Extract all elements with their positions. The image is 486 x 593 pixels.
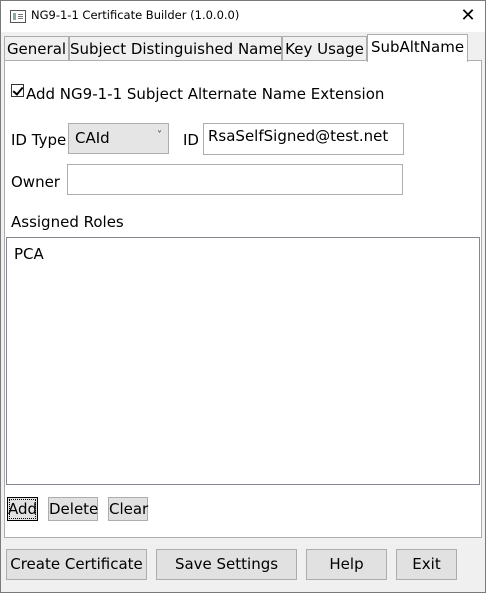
owner-input[interactable] xyxy=(67,164,403,195)
chevron-down-icon: ˅ xyxy=(157,130,162,141)
tab-strip: General Subject Distinguished Name Key U… xyxy=(4,34,484,62)
id-type-value: CAId xyxy=(75,129,110,147)
list-item[interactable]: PCA xyxy=(14,245,44,263)
id-type-label: ID Type xyxy=(11,131,67,149)
help-button[interactable]: Help xyxy=(306,549,387,580)
close-button[interactable]: ✕ xyxy=(455,4,481,28)
window-title: NG9-1-1 Certificate Builder (1.0.0.0) xyxy=(31,8,240,22)
delete-role-button[interactable]: Delete xyxy=(48,497,98,521)
owner-label: Owner xyxy=(11,173,60,191)
clear-roles-label: Clear xyxy=(109,500,149,518)
add-extension-checkbox[interactable] xyxy=(11,84,24,97)
add-role-label: Add xyxy=(8,500,38,518)
save-settings-label: Save Settings xyxy=(174,555,279,573)
add-role-button[interactable]: Add xyxy=(7,497,38,521)
tab-subject-distinguished-name[interactable]: Subject Distinguished Name xyxy=(69,36,282,61)
tab-key-usage[interactable]: Key Usage xyxy=(282,36,367,61)
id-label: ID xyxy=(183,131,199,149)
assigned-roles-list[interactable]: PCA xyxy=(6,237,480,485)
delete-role-label: Delete xyxy=(49,500,99,518)
subaltname-panel: Add NG9-1-1 Subject Alternate Name Exten… xyxy=(4,60,482,538)
save-settings-button[interactable]: Save Settings xyxy=(156,549,297,580)
tab-general[interactable]: General xyxy=(4,36,69,61)
create-certificate-button[interactable]: Create Certificate xyxy=(6,549,147,580)
add-extension-label[interactable]: Add NG9-1-1 Subject Alternate Name Exten… xyxy=(26,85,384,103)
title-bar[interactable]: NG9-1-1 Certificate Builder (1.0.0.0) ✕ xyxy=(1,1,485,32)
tab-subaltname[interactable]: SubAltName xyxy=(367,34,468,62)
id-type-select[interactable]: CAId ˅ xyxy=(68,123,169,154)
app-icon xyxy=(10,10,26,23)
main-window: NG9-1-1 Certificate Builder (1.0.0.0) ✕ … xyxy=(0,0,486,593)
exit-button[interactable]: Exit xyxy=(396,549,457,580)
id-input[interactable]: RsaSelfSigned@test.net xyxy=(203,123,404,155)
help-label: Help xyxy=(329,555,364,573)
assigned-roles-label: Assigned Roles xyxy=(11,213,124,231)
create-certificate-label: Create Certificate xyxy=(10,555,143,573)
exit-label: Exit xyxy=(412,555,441,573)
clear-roles-button[interactable]: Clear xyxy=(108,497,148,521)
